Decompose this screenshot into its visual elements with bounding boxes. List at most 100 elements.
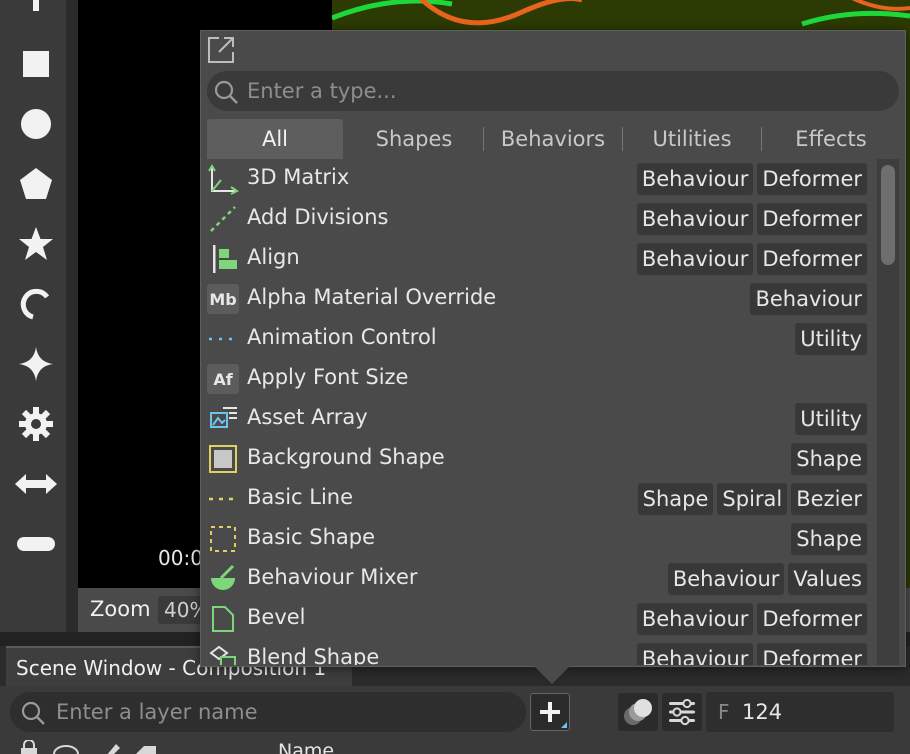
category-tag: Deformer [757, 163, 867, 195]
search-icon [21, 701, 45, 725]
list-item-label: Basic Shape [247, 525, 376, 549]
animation-control-icon [207, 323, 239, 355]
tab-effects[interactable]: Effects [762, 119, 900, 159]
list-item-label: Blend Shape [247, 645, 380, 665]
search-icon [214, 80, 238, 104]
basic-shape-icon [207, 523, 239, 555]
background-shape-icon [207, 443, 239, 475]
tab-all[interactable]: All [207, 119, 343, 159]
eye-icon [53, 745, 79, 754]
popout-icon[interactable] [206, 35, 236, 65]
category-tag: Behaviour [636, 163, 754, 195]
layer-search-box[interactable] [10, 692, 526, 732]
resize-tool-icon[interactable] [14, 462, 58, 506]
category-tag: Behaviour [636, 203, 754, 235]
popup-pointer [534, 666, 570, 684]
list-item-label: Alpha Material Override [247, 285, 497, 309]
list-item[interactable]: Add Divisions Behaviour Deformer [205, 199, 873, 239]
rounded-bar-tool-icon[interactable] [14, 522, 58, 566]
alpha-material-icon: Mb [207, 283, 239, 315]
layers-icon [624, 699, 652, 725]
gear-tool-icon[interactable] [14, 402, 58, 446]
tag-icon [136, 746, 156, 754]
list-item[interactable]: Animation Control Utility [205, 319, 873, 359]
frame-label: F [718, 700, 730, 724]
polygon-tool-icon[interactable] [14, 162, 58, 206]
type-search-box[interactable] [207, 71, 899, 111]
alpha-material-icon-text: Mb [207, 284, 239, 314]
align-icon [207, 243, 239, 275]
category-tag: Behaviour [636, 643, 754, 665]
category-tag: Deformer [757, 243, 867, 275]
font-size-icon: Af [207, 363, 239, 395]
layer-search-input[interactable] [56, 698, 506, 726]
timecode-readout: 00:0 [158, 546, 203, 570]
frame-value[interactable]: 124 [742, 700, 782, 724]
list-item-label: Behaviour Mixer [247, 565, 418, 589]
zoom-label: Zoom [90, 597, 151, 621]
list-item-label: Asset Array [247, 405, 368, 429]
3d-matrix-icon [207, 163, 239, 195]
list-item[interactable]: Bevel Behaviour Deformer [205, 599, 873, 639]
category-tag: Values [788, 563, 867, 595]
category-tag: Shape [637, 483, 714, 515]
category-tag: Spiral [717, 483, 788, 515]
list-item-label: Add Divisions [247, 205, 389, 229]
ellipse-tool-icon[interactable] [14, 102, 58, 146]
type-category-tabs: All Shapes Behaviors Utilities Effects [207, 119, 901, 159]
list-item-label: Background Shape [247, 445, 445, 469]
list-item-label: Basic Line [247, 485, 354, 509]
category-tag: Shape [791, 523, 867, 555]
type-list-scrollbar[interactable] [877, 159, 899, 665]
list-item[interactable]: Basic Shape Shape [205, 519, 873, 559]
arc-tool-icon[interactable] [14, 282, 58, 326]
lock-icon [21, 748, 37, 754]
list-item[interactable]: Asset Array Utility [205, 399, 873, 439]
behaviour-mixer-icon [207, 563, 239, 595]
add-type-button[interactable] [530, 693, 570, 731]
type-list[interactable]: 3D Matrix Behaviour Deformer Add Division… [205, 159, 873, 665]
scrollbar-thumb[interactable] [881, 165, 895, 265]
pen-icon [107, 744, 120, 754]
category-tag: Deformer [757, 643, 867, 665]
list-item[interactable]: Blend Shape Behaviour Deformer [205, 639, 873, 665]
filter-settings-button[interactable] [662, 693, 702, 731]
list-item-label: Align [247, 245, 300, 269]
tab-behaviors[interactable]: Behaviors [484, 119, 622, 159]
tab-utilities[interactable]: Utilities [623, 119, 761, 159]
list-item-label: 3D Matrix [247, 165, 350, 189]
frame-field[interactable]: F 124 [706, 692, 894, 732]
add-divisions-icon [207, 203, 239, 235]
list-item[interactable]: Behaviour Mixer Behaviour Values [205, 559, 873, 599]
blend-layers-button[interactable] [618, 693, 658, 731]
bevel-icon [207, 603, 239, 635]
category-tag: Deformer [757, 203, 867, 235]
list-item[interactable]: Align Behaviour Deformer [205, 239, 873, 279]
sliders-icon [669, 698, 695, 726]
layer-list-header: Name [0, 738, 910, 754]
category-tag: Utility [795, 323, 867, 355]
category-tag: Shape [791, 443, 867, 475]
name-column-header[interactable]: Name [278, 740, 334, 754]
list-item[interactable]: Af Apply Font Size [205, 359, 873, 399]
list-item-label: Apply Font Size [247, 365, 409, 389]
list-item[interactable]: 3D Matrix Behaviour Deformer [205, 159, 873, 199]
list-item[interactable]: Background Shape Shape [205, 439, 873, 479]
category-tag: Deformer [757, 603, 867, 635]
rectangle-tool-icon[interactable] [14, 42, 58, 86]
list-item[interactable]: Mb Alpha Material Override Behaviour [205, 279, 873, 319]
line-tool-icon[interactable] [14, 0, 58, 30]
list-item[interactable]: Basic Line Shape Spiral Bezier [205, 479, 873, 519]
category-tag: Behaviour [636, 603, 754, 635]
list-item-label: Bevel [247, 605, 306, 629]
type-chooser-popup: All Shapes Behaviors Utilities Effects 3… [200, 30, 906, 667]
tab-shapes[interactable]: Shapes [345, 119, 483, 159]
basic-line-icon [207, 483, 239, 515]
blend-shape-icon [207, 643, 239, 665]
star-tool-icon[interactable] [14, 222, 58, 266]
type-search-input[interactable] [247, 77, 877, 105]
category-tag: Bezier [791, 483, 867, 515]
sparkle-tool-icon[interactable] [14, 342, 58, 386]
category-tag: Behaviour [667, 563, 785, 595]
tools-toolbar [0, 0, 78, 632]
